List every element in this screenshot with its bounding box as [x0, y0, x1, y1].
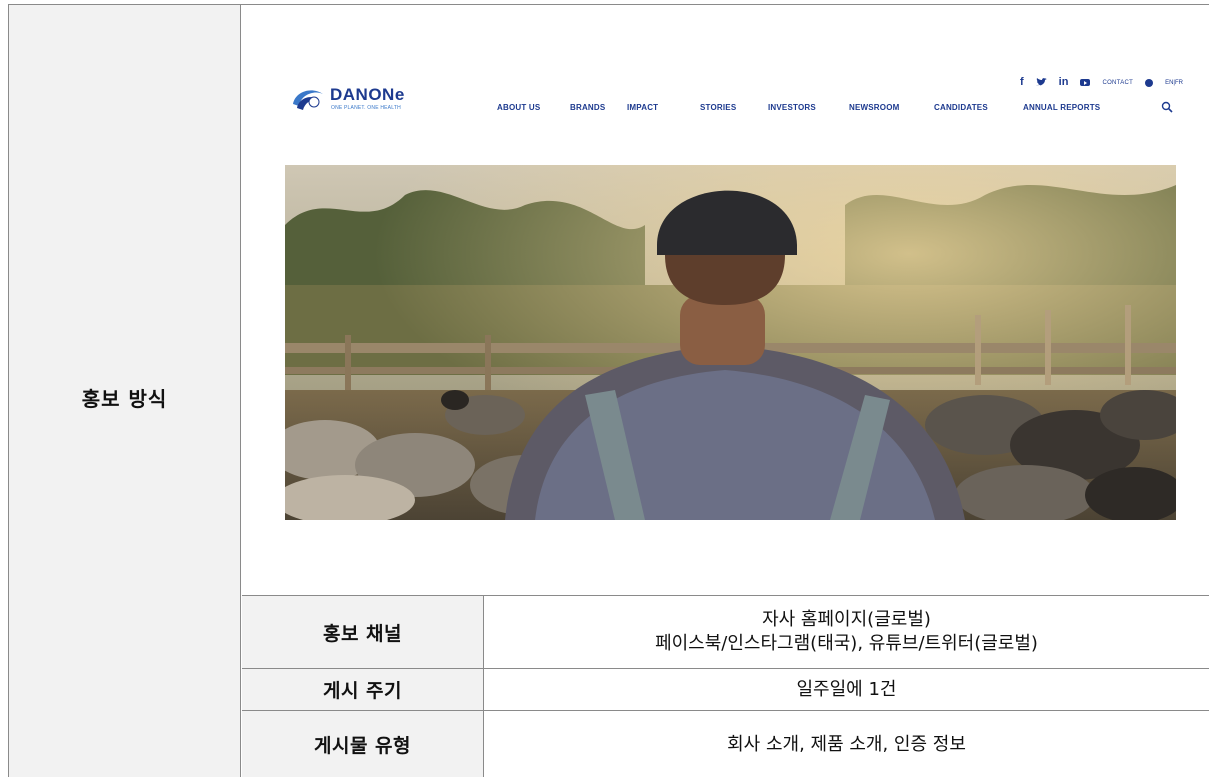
row-channel: 홍보 채널 자사 홈페이지(글로벌) 페이스북/인스타그램(태국), 유튜브/트… — [242, 595, 1209, 668]
facebook-icon[interactable]: f — [1020, 77, 1024, 88]
nav-item-annual-reports[interactable]: ANNUAL REPORTS — [1023, 103, 1100, 112]
danone-logo: DANONe ONE PLANET. ONE HEALTH — [289, 84, 419, 120]
hero-photo — [285, 165, 1176, 520]
language-switch[interactable]: EN|FR — [1165, 80, 1183, 86]
nav-item-stories[interactable]: STORIES — [700, 103, 768, 112]
main-nav: ABOUT US BRANDS IMPACT STORIES INVESTORS… — [497, 103, 1100, 112]
website-screenshot: DANONe ONE PLANET. ONE HEALTH f in CONTA… — [242, 5, 1209, 595]
post-type-value: 회사 소개, 제품 소개, 인증 정보 — [727, 733, 966, 755]
social-links: f in CONTACT EN|FR — [1020, 77, 1183, 88]
channel-value: 자사 홈페이지(글로벌) 페이스북/인스타그램(태국), 유튜브/트위터(글로벌… — [484, 596, 1209, 668]
nav-item-investors[interactable]: INVESTORS — [768, 103, 849, 112]
nav-item-newsroom[interactable]: NEWSROOM — [849, 103, 934, 112]
row-post-type: 게시물 유형 회사 소개, 제품 소개, 인증 정보 — [242, 710, 1209, 777]
globe-icon[interactable] — [1145, 78, 1154, 87]
youtube-icon[interactable] — [1080, 79, 1091, 86]
logo-tagline: ONE PLANET. ONE HEALTH — [331, 105, 401, 111]
logo-text: DANONe — [330, 85, 405, 104]
nav-item-candidates[interactable]: CANDIDATES — [934, 103, 1023, 112]
linkedin-icon[interactable]: in — [1059, 77, 1069, 88]
row-header-promotion-method: 홍보 방식 — [9, 5, 241, 777]
row-cycle: 게시 주기 일주일에 1건 — [242, 668, 1209, 710]
nav-item-brands[interactable]: BRANDS — [570, 103, 627, 112]
contact-link[interactable]: CONTACT — [1102, 80, 1133, 86]
search-icon[interactable] — [1161, 101, 1173, 113]
cycle-value: 일주일에 1건 — [796, 678, 897, 700]
nav-item-impact[interactable]: IMPACT — [627, 103, 700, 112]
channel-line-1: 자사 홈페이지(글로벌) — [762, 609, 931, 630]
channel-label: 홍보 채널 — [242, 596, 484, 668]
cycle-label: 게시 주기 — [242, 669, 484, 710]
post-type-label: 게시물 유형 — [242, 711, 484, 777]
channel-line-2: 페이스북/인스타그램(태국), 유튜브/트위터(글로벌) — [655, 633, 1038, 654]
promotion-table: 홍보 방식 DANONe ONE PLANET. ONE HEALTH f in… — [8, 4, 1209, 777]
nav-item-about-us[interactable]: ABOUT US — [497, 103, 570, 112]
twitter-icon[interactable] — [1035, 78, 1047, 87]
promotion-method-label: 홍보 방식 — [81, 386, 168, 411]
logo-swoosh-icon — [293, 90, 323, 110]
